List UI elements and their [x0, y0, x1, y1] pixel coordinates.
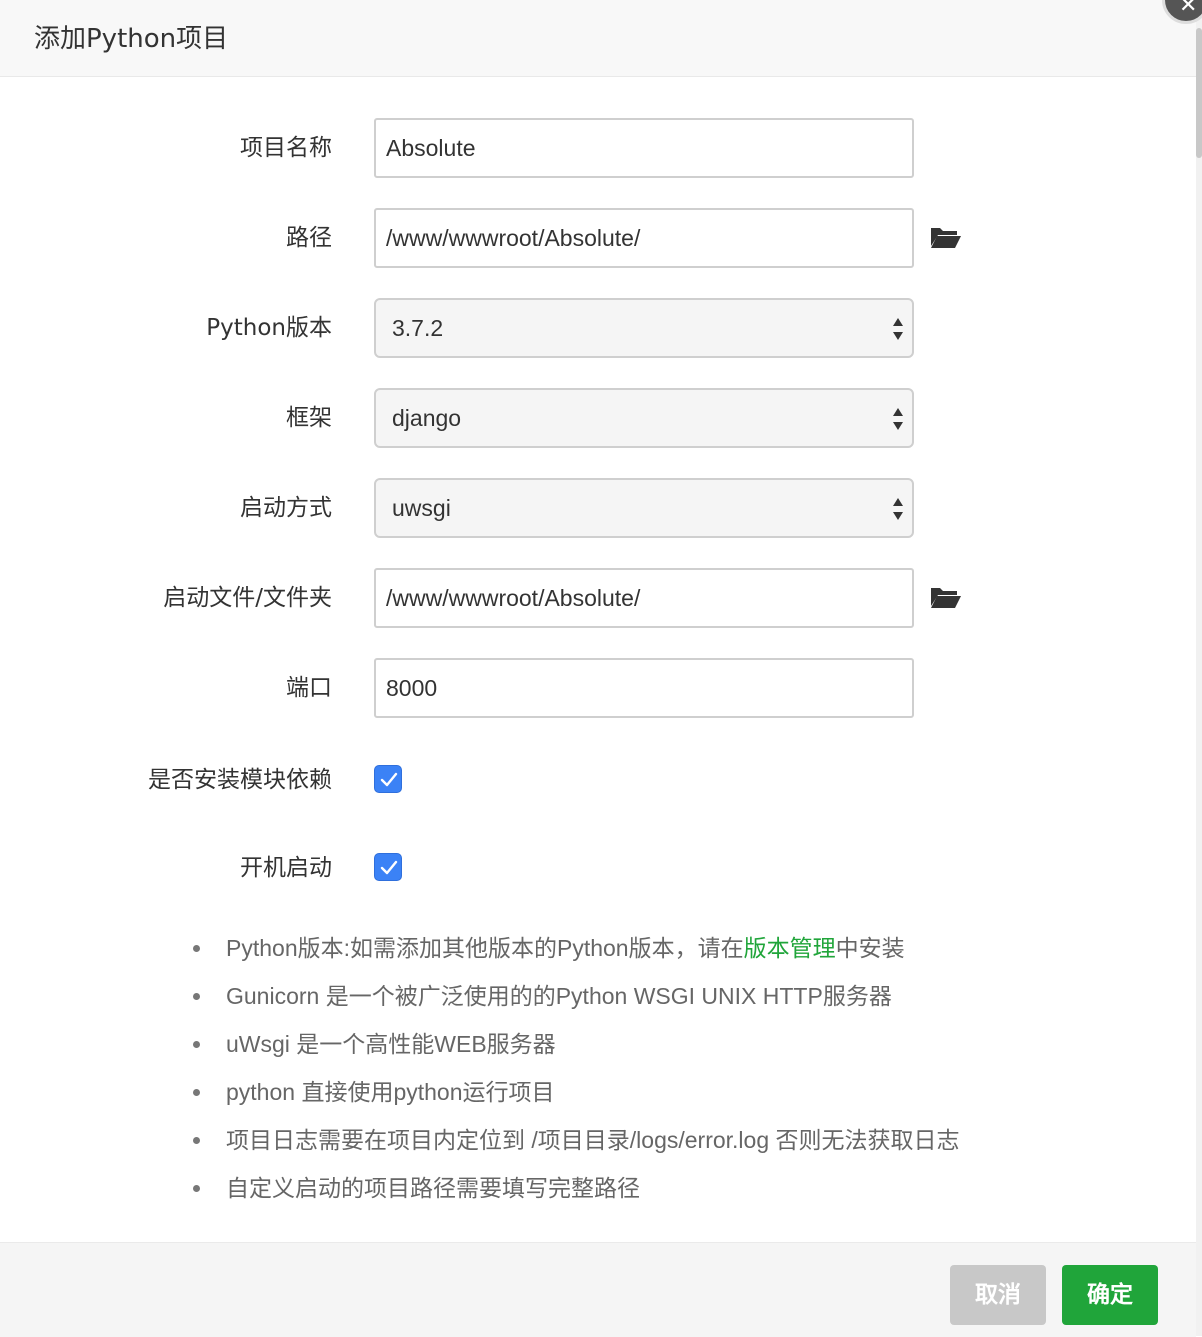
scrollbar-thumb[interactable] — [1196, 28, 1202, 158]
port-row: 端口 8000 — [0, 658, 1196, 718]
install-deps-row: 是否安装模块依赖 — [0, 750, 1196, 810]
autostart-label: 开机启动 — [240, 855, 332, 881]
note-item: 项目日志需要在项目内定位到 /项目目录/logs/error.log 否则无法获… — [190, 1116, 960, 1164]
install-deps-label: 是否安装模块依赖 — [148, 767, 332, 793]
note-text: 自定义启动的项目路径需要填写完整路径 — [226, 1175, 640, 1201]
version-management-link[interactable]: 版本管理 — [744, 935, 836, 961]
select-arrows-icon — [893, 498, 903, 520]
bullet — [193, 1041, 200, 1048]
dialog-header: 添加Python项目 — [0, 0, 1196, 77]
start-file-input[interactable]: /www/wwwroot/Absolute/ — [374, 568, 914, 628]
start-method-row: 启动方式 uwsgi — [0, 478, 1196, 538]
port-input[interactable]: 8000 — [374, 658, 914, 718]
note-item: 自定义启动的项目路径需要填写完整路径 — [190, 1164, 960, 1212]
path-label: 路径 — [286, 225, 332, 251]
path-input[interactable]: /www/wwwroot/Absolute/ — [374, 208, 914, 268]
note-text: 中安装 — [835, 935, 905, 961]
start-file-label: 启动文件/文件夹 — [163, 585, 332, 611]
note-text: 项目日志需要在项目内定位到 /项目目录/logs/error.log 否则无法获… — [226, 1127, 960, 1153]
framework-value: django — [392, 405, 462, 431]
python-version-select[interactable]: 3.7.2 — [374, 298, 914, 358]
note-text: Python版本:如需添加其他版本的Python版本，请在 — [226, 935, 744, 961]
note-text: Gunicorn 是一个被广泛使用的的Python WSGI UNIX HTTP… — [226, 983, 892, 1009]
dialog-footer: 取消 确定 — [0, 1242, 1196, 1337]
install-deps-checkbox[interactable] — [374, 765, 402, 793]
autostart-checkbox[interactable] — [374, 853, 402, 881]
note-item: python 直接使用python运行项目 — [190, 1068, 960, 1116]
python-version-label: Python版本 — [206, 315, 332, 341]
help-notes-list: Python版本:如需添加其他版本的Python版本，请在版本管理中安装 Gun… — [190, 924, 960, 1212]
note-text: python 直接使用python运行项目 — [226, 1079, 555, 1105]
bullet — [193, 945, 200, 952]
bullet — [193, 993, 200, 1000]
project-name-input[interactable]: Absolute — [374, 118, 914, 178]
python-version-value: 3.7.2 — [392, 315, 444, 341]
select-arrows-icon — [893, 318, 903, 340]
project-name-label: 项目名称 — [240, 135, 332, 161]
note-item: Gunicorn 是一个被广泛使用的的Python WSGI UNIX HTTP… — [190, 972, 960, 1020]
dialog-title: 添加Python项目 — [34, 24, 229, 54]
close-icon: ✕ — [1179, 0, 1198, 18]
note-item: uWsgi 是一个高性能WEB服务器 — [190, 1020, 960, 1068]
framework-row: 框架 django — [0, 388, 1196, 448]
framework-select[interactable]: django — [374, 388, 914, 448]
add-python-project-dialog: 添加Python项目 项目名称 Absolute 路径 /www/wwwroot… — [0, 0, 1196, 1337]
python-version-row: Python版本 3.7.2 — [0, 298, 1196, 358]
bullet — [193, 1137, 200, 1144]
cancel-button[interactable]: 取消 — [950, 1265, 1046, 1325]
folder-open-icon[interactable] — [930, 584, 962, 610]
start-method-label: 启动方式 — [240, 495, 332, 521]
select-arrows-icon — [893, 408, 903, 430]
folder-open-icon[interactable] — [930, 224, 962, 250]
note-text: uWsgi 是一个高性能WEB服务器 — [226, 1031, 556, 1057]
bullet — [193, 1185, 200, 1192]
project-name-row: 项目名称 Absolute — [0, 118, 1196, 178]
confirm-button[interactable]: 确定 — [1062, 1265, 1158, 1325]
note-item: Python版本:如需添加其他版本的Python版本，请在版本管理中安装 — [190, 924, 960, 972]
start-method-value: uwsgi — [392, 495, 451, 521]
checkmark-icon — [380, 860, 398, 875]
path-row: 路径 /www/wwwroot/Absolute/ — [0, 208, 1196, 268]
framework-label: 框架 — [286, 405, 332, 431]
port-label: 端口 — [286, 675, 332, 701]
checkmark-icon — [380, 772, 398, 787]
bullet — [193, 1089, 200, 1096]
start-method-select[interactable]: uwsgi — [374, 478, 914, 538]
autostart-row: 开机启动 — [0, 838, 1196, 898]
start-file-row: 启动文件/文件夹 /www/wwwroot/Absolute/ — [0, 568, 1196, 628]
scrollbar-track[interactable] — [1196, 0, 1202, 1336]
